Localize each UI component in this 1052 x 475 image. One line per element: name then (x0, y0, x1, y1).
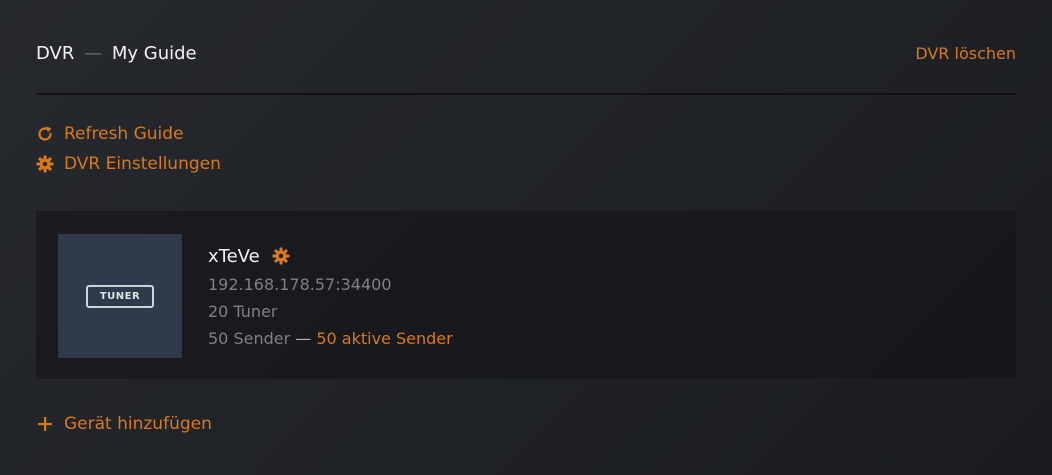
page-title: DVR — My Guide (36, 43, 197, 64)
device-name: xTeVe (208, 245, 260, 267)
dvr-settings-button[interactable]: DVR Einstellungen (36, 154, 221, 174)
device-name-row: xTeVe (208, 244, 453, 268)
device-channel-count: 50 Sender (208, 329, 291, 348)
refresh-guide-label: Refresh Guide (64, 124, 184, 144)
device-thumbnail: TUNER (58, 234, 182, 358)
channels-separator: — (295, 329, 312, 348)
dvr-settings-label: DVR Einstellungen (64, 154, 221, 174)
device-address: 192.168.178.57:34400 (208, 275, 392, 294)
add-device-label: Gerät hinzufügen (64, 414, 212, 434)
plus-icon (36, 415, 54, 433)
device-info: xTeVe 192.168.178.57:34400 20 Tuner 50 S… (208, 244, 453, 349)
gear-icon (36, 155, 54, 173)
device-settings-gear-icon[interactable] (272, 247, 290, 265)
title-guide-name: My Guide (111, 42, 197, 64)
header: DVR — My Guide DVR löschen (36, 41, 1016, 65)
add-device-button[interactable]: Gerät hinzufügen (36, 414, 212, 434)
device-channels-row: 50 Sender — 50 aktive Sender (208, 328, 453, 349)
active-channels-link[interactable]: 50 aktive Sender (316, 329, 452, 348)
refresh-guide-button[interactable]: Refresh Guide (36, 124, 184, 144)
device-tuner-count: 20 Tuner (208, 302, 278, 321)
header-divider (36, 93, 1016, 95)
refresh-icon (36, 125, 54, 143)
dvr-page: DVR — My Guide DVR löschen Refresh Guide (0, 0, 1052, 475)
title-dvr: DVR (36, 42, 75, 64)
device-card: TUNER xTeVe 192.168.178.57:34400 20 Tune… (36, 211, 1016, 379)
title-separator: — (84, 42, 103, 64)
delete-dvr-link[interactable]: DVR löschen (915, 44, 1016, 63)
tuner-badge: TUNER (85, 284, 155, 308)
